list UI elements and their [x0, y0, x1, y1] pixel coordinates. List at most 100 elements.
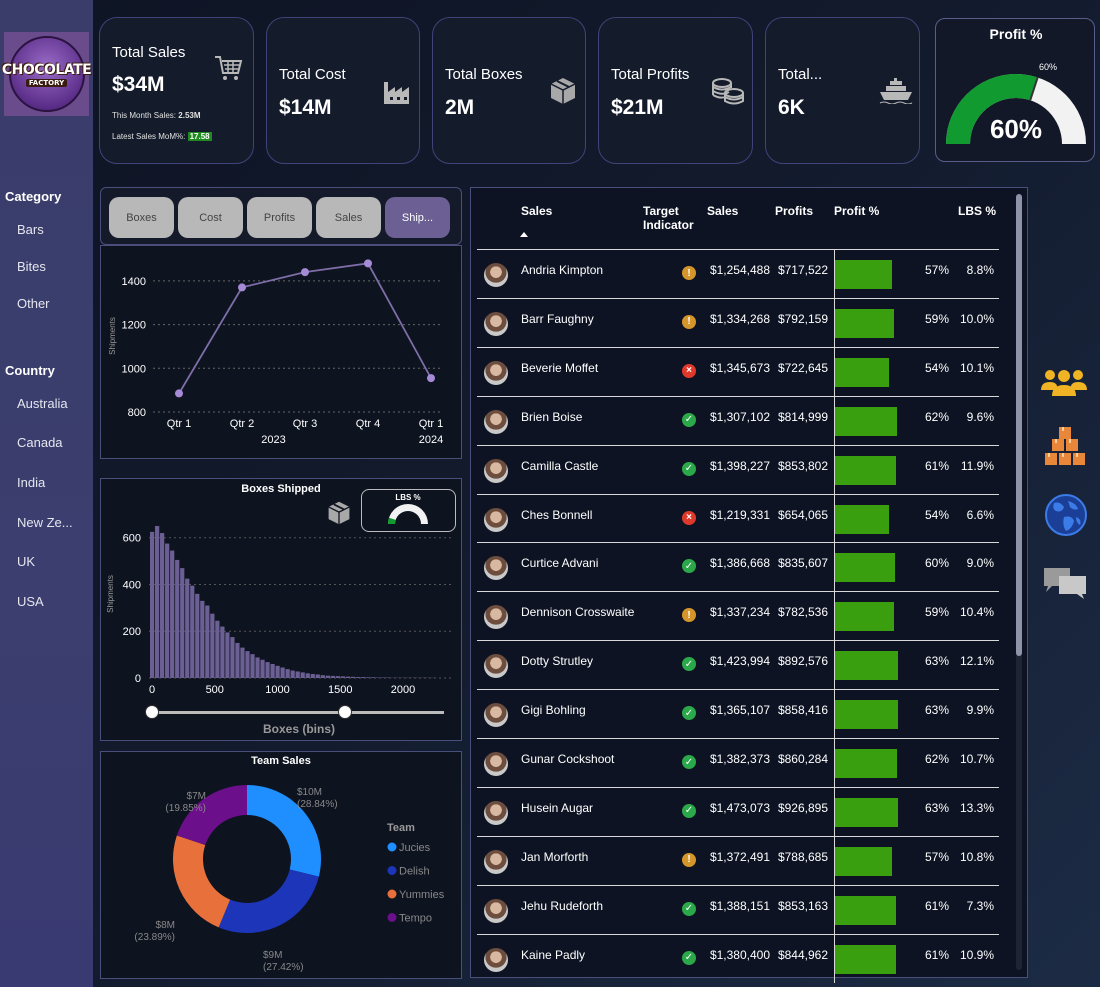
histogram-bar[interactable] [200, 600, 205, 678]
data-point[interactable] [175, 389, 183, 398]
table-row[interactable]: Brien Boise ✓ $1,307,102 $814,999 62% 9.6% [477, 395, 999, 445]
histogram-bar[interactable] [310, 674, 315, 678]
globe-icon[interactable] [1044, 493, 1088, 537]
histogram-bar[interactable] [370, 677, 376, 678]
histogram-bar[interactable] [245, 651, 250, 678]
donut-slice[interactable] [218, 869, 319, 933]
histogram-bar[interactable] [225, 632, 230, 678]
tab-shipments[interactable]: Ship... [385, 197, 450, 238]
histogram-bar[interactable] [350, 676, 356, 678]
col-header-name[interactable]: Sales [521, 204, 552, 218]
chat-icon[interactable] [1042, 566, 1088, 600]
tab-cost[interactable]: Cost [178, 197, 243, 238]
category-item-bars[interactable]: Bars [17, 222, 44, 237]
histogram-bar[interactable] [215, 620, 220, 678]
table-row[interactable]: Ches Bonnell × $1,219,331 $654,065 54% 6.6% [477, 493, 999, 543]
histogram-bar[interactable] [190, 585, 195, 678]
histogram-bar[interactable] [220, 626, 225, 678]
table-row[interactable]: Gunar Cockshoot ✓ $1,382,373 $860,284 62% 10.… [477, 738, 999, 787]
histogram-bar[interactable] [285, 669, 290, 678]
table-row[interactable]: Dotty Strutley ✓ $1,423,994 $892,576 63% 12.1… [477, 640, 999, 690]
histogram-bar[interactable] [300, 672, 305, 678]
histogram-bar[interactable] [230, 637, 235, 678]
table-row[interactable]: Beverie Moffet × $1,345,673 $722,645 54% 10.1… [477, 346, 999, 396]
histogram-bar[interactable] [330, 675, 335, 678]
table-row[interactable]: Dennison Crosswaite! $1,337,234 $782,536 59… [477, 591, 999, 641]
bin-range-slider-handle-min[interactable] [145, 705, 159, 719]
histogram-bar[interactable] [160, 533, 165, 678]
histogram-bar[interactable] [180, 568, 185, 678]
histogram-bar[interactable] [165, 543, 170, 678]
histogram-bar[interactable] [335, 676, 340, 678]
scrollbar-thumb[interactable] [1016, 194, 1022, 656]
histogram-bar[interactable] [305, 673, 310, 678]
sales-value: $1,307,102 [709, 409, 770, 424]
data-point[interactable] [301, 268, 309, 277]
tab-boxes[interactable]: Boxes [109, 197, 174, 238]
country-item-usa[interactable]: USA [17, 594, 44, 609]
tab-profits[interactable]: Profits [247, 197, 312, 238]
histogram-bar[interactable] [270, 663, 275, 678]
country-item-uk[interactable]: UK [17, 554, 35, 569]
bin-range-slider-track[interactable] [151, 711, 444, 714]
histogram-bar[interactable] [355, 677, 361, 678]
histogram-bar[interactable] [280, 667, 285, 678]
histogram-bar[interactable] [150, 531, 155, 678]
histogram-bar[interactable] [360, 677, 366, 678]
col-header-target-indicator[interactable]: Target Indicator [643, 204, 694, 232]
histogram-bar[interactable] [155, 526, 160, 678]
histogram-bar[interactable] [290, 670, 295, 678]
histogram-bar[interactable] [345, 676, 350, 678]
histogram-bar[interactable] [185, 578, 190, 678]
legend-swatch [387, 842, 397, 852]
histogram-bar[interactable] [320, 675, 325, 678]
country-item-india[interactable]: India [17, 475, 45, 490]
histogram-bar[interactable] [275, 665, 280, 678]
table-row[interactable]: Gigi Bohling ✓ $1,365,107 $858,416 63% 9.9% [477, 689, 999, 739]
table-row[interactable]: Kaine Padly ✓ $1,380,400 $844,962 61% 10.9% [477, 933, 999, 983]
histogram-bar[interactable] [175, 559, 180, 678]
table-row[interactable]: Husein Augar ✓ $1,473,073 $926,895 63% 13.3% [477, 786, 999, 836]
legend-item: Delish [399, 866, 430, 878]
country-item-canada[interactable]: Canada [17, 435, 63, 450]
table-row[interactable]: Andria Kimpton! $1,254,488 $717,522 57% 8.8% [477, 249, 999, 298]
boxes-stack-icon[interactable] [1044, 425, 1086, 467]
histogram-bar[interactable] [255, 657, 260, 678]
tab-sales[interactable]: Sales [316, 197, 381, 238]
category-item-other[interactable]: Other [17, 296, 50, 311]
bin-range-slider-handle-max[interactable] [338, 705, 352, 719]
donut-slice[interactable] [173, 835, 231, 928]
country-item-new-zealand[interactable]: New Ze... [17, 515, 73, 530]
histogram-bar[interactable] [315, 674, 320, 678]
sort-ascending-icon[interactable] [520, 232, 528, 237]
histogram-bar[interactable] [235, 642, 240, 678]
y-tick-label: 800 [128, 407, 146, 419]
histogram-bar[interactable] [260, 659, 265, 678]
category-item-bites[interactable]: Bites [17, 259, 46, 274]
histogram-bar[interactable] [340, 676, 345, 678]
table-row[interactable]: Barr Faughny! $1,334,268 $792,159 59% 10.0% [477, 297, 999, 347]
histogram-bar[interactable] [195, 593, 200, 678]
histogram-bar[interactable] [295, 671, 300, 678]
data-point[interactable] [427, 374, 435, 383]
col-header-lbs-pct[interactable]: LBS % [958, 204, 996, 218]
col-header-profits[interactable]: Profits [775, 204, 813, 218]
histogram-bar[interactable] [205, 605, 210, 678]
histogram-bar[interactable] [325, 675, 330, 678]
histogram-bar[interactable] [240, 647, 245, 678]
histogram-bar[interactable] [170, 550, 175, 678]
col-header-sales[interactable]: Sales [707, 204, 738, 218]
data-point[interactable] [238, 283, 246, 292]
data-point[interactable] [364, 259, 372, 268]
people-icon[interactable] [1040, 366, 1088, 398]
histogram-bar[interactable] [250, 654, 255, 678]
table-row[interactable]: Curtice Advani ✓ $1,386,668 $835,607 60% 9.0% [477, 542, 999, 592]
histogram-bar[interactable] [210, 613, 215, 678]
table-row[interactable]: Jan Morforth! $1,372,491 $788,685 57% 10.8% [477, 835, 999, 885]
table-row[interactable]: Camilla Castle ✓ $1,398,227 $853,802 61% 11.9… [477, 444, 999, 494]
table-row[interactable]: Jehu Rudeforth ✓ $1,388,151 $853,163 61% 7.3% [477, 884, 999, 934]
country-item-australia[interactable]: Australia [17, 396, 68, 411]
histogram-bar[interactable] [365, 677, 371, 678]
col-header-profit-pct[interactable]: Profit % [834, 204, 879, 218]
histogram-bar[interactable] [265, 662, 270, 678]
